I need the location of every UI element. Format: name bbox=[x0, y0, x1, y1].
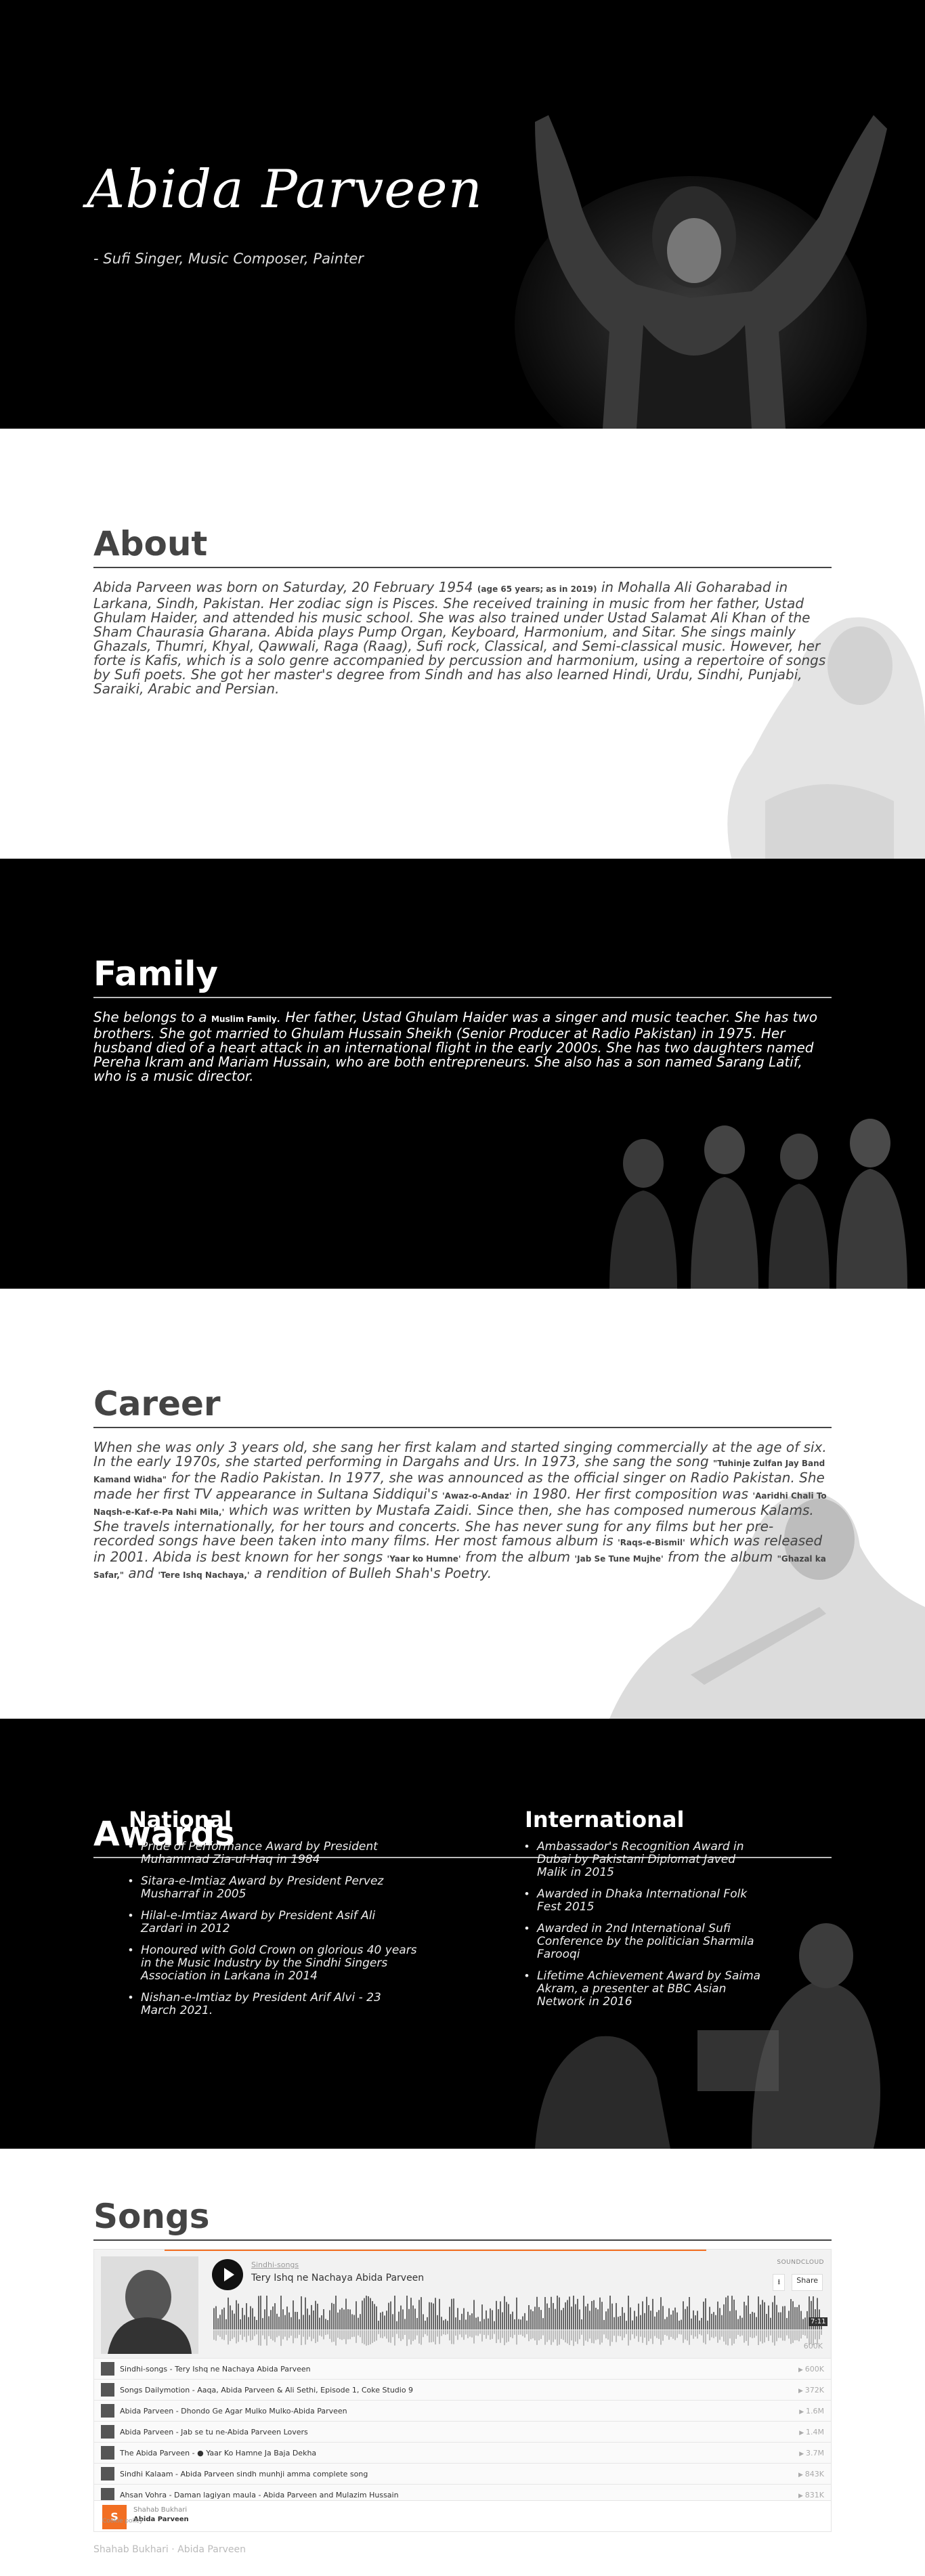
awards-section: Awards National Pride of Performance Awa… bbox=[0, 1719, 925, 2149]
track-thumbnail bbox=[101, 2404, 114, 2418]
track-thumbnail bbox=[101, 2467, 114, 2481]
family-text: She belongs to a Muslim Family. Her fath… bbox=[93, 1009, 818, 1084]
family-divider bbox=[93, 997, 832, 998]
award-item: Sitara-e-Imtiaz Award by President Perve… bbox=[129, 1875, 420, 1901]
download-icon[interactable]: ⭳ bbox=[773, 2274, 786, 2291]
hero-section: Abida Parveen - Sufi Singer, Music Compo… bbox=[0, 0, 925, 429]
international-awards: International Ambassador's Recognition A… bbox=[525, 1807, 762, 2017]
about-text: Abida Parveen was born on Saturday, 20 F… bbox=[93, 579, 826, 697]
hero-singer-photo bbox=[467, 102, 925, 429]
career-title: Career bbox=[93, 1384, 221, 1423]
track-title[interactable]: Tery Ishq ne Nachaya Abida Parveen bbox=[251, 2273, 424, 2283]
award-item: Honoured with Gold Crown on glorious 40 … bbox=[129, 1944, 420, 1983]
waveform[interactable] bbox=[213, 2296, 823, 2348]
award-item: Nishan-e-Imtiaz by President Arif Alvi -… bbox=[129, 1992, 420, 2017]
family-title: Family bbox=[93, 954, 218, 993]
award-item: Pride of Performance Award by President … bbox=[129, 1841, 420, 1866]
track-thumbnail bbox=[101, 2488, 114, 2502]
track-thumbnail bbox=[101, 2446, 114, 2460]
award-item: Lifetime Achievement Award by Saima Akra… bbox=[525, 1970, 762, 2009]
award-item: Hilal-e-Imtiaz Award by President Asif A… bbox=[129, 1910, 420, 1935]
play-count: 600K bbox=[803, 2342, 823, 2350]
track-row[interactable]: Abida Parveen - Dhondo Ge Agar Mulko Mul… bbox=[94, 2400, 831, 2421]
about-title: About bbox=[93, 524, 208, 563]
track-row[interactable]: Sindhi-songs - Tery Ishq ne Nachaya Abid… bbox=[94, 2358, 831, 2379]
career-section: Career When she was only 3 years old, sh… bbox=[0, 1289, 925, 1719]
track-row[interactable]: Songs Dailymotion - Aaqa, Abida Parveen … bbox=[94, 2379, 831, 2400]
award-item: Ambassador's Recognition Award in Dubai … bbox=[525, 1841, 762, 1879]
track-row[interactable]: Sindhi Kalaam - Abida Parveen sindh munh… bbox=[94, 2463, 831, 2484]
profile-name[interactable]: Shahab Bukhari bbox=[133, 2506, 187, 2514]
hero-subtitle: - Sufi Singer, Music Composer, Painter bbox=[93, 251, 364, 267]
national-awards: National Pride of Performance Award by P… bbox=[129, 1807, 420, 2026]
international-awards-list: Ambassador's Recognition Award in Dubai … bbox=[525, 1841, 762, 2009]
family-group-photo bbox=[589, 1082, 925, 1289]
about-divider bbox=[93, 567, 832, 568]
track-thumbnail bbox=[101, 2362, 114, 2376]
career-text: When she was only 3 years old, she sang … bbox=[93, 1439, 827, 1581]
track-row[interactable]: The Abida Parveen - ● Yaar Ko Hamne Ja B… bbox=[94, 2442, 831, 2463]
share-button[interactable]: Share bbox=[792, 2274, 823, 2291]
cookie-policy-link[interactable]: Cookie policy bbox=[102, 2518, 143, 2525]
about-section: About Abida Parveen was born on Saturday… bbox=[0, 429, 925, 859]
track-thumbnail bbox=[101, 2383, 114, 2397]
footer-credit[interactable]: Shahab Bukhari · Abida Parveen bbox=[93, 2544, 246, 2555]
age-note: (age 65 years; as in 2019) bbox=[477, 584, 597, 594]
award-item: Awarded in Dhaka International Folk Fest… bbox=[525, 1888, 762, 1914]
uploader-link[interactable]: Sindhi-songs bbox=[251, 2260, 299, 2269]
play-button[interactable] bbox=[212, 2259, 243, 2290]
hero-name: Abida Parveen bbox=[87, 159, 483, 220]
international-heading: International bbox=[525, 1807, 685, 1832]
songs-section: Songs Sindhi-songs Tery Ishq ne Nachaya … bbox=[0, 2149, 925, 2573]
national-awards-list: Pride of Performance Award by President … bbox=[129, 1841, 420, 2017]
track-list: Sindhi-songs - Tery Ishq ne Nachaya Abid… bbox=[94, 2358, 831, 2505]
career-divider bbox=[93, 1427, 832, 1428]
profile-bar[interactable]: S Shahab Bukhari Abida Parveen bbox=[94, 2500, 831, 2531]
track-artwork bbox=[101, 2256, 198, 2354]
soundcloud-player[interactable]: Sindhi-songs Tery Ishq ne Nachaya Abida … bbox=[93, 2249, 832, 2532]
award-item: Awarded in 2nd International Sufi Confer… bbox=[525, 1923, 762, 1961]
track-duration: 7:11 bbox=[809, 2317, 828, 2326]
track-row[interactable]: Abida Parveen - Jab se tu ne-Abida Parve… bbox=[94, 2421, 831, 2442]
soundcloud-avatar[interactable]: S bbox=[102, 2505, 127, 2529]
songs-title: Songs bbox=[93, 2197, 210, 2236]
national-heading: National bbox=[129, 1807, 232, 1832]
family-section: Family She belongs to a Muslim Family. H… bbox=[0, 859, 925, 1289]
player-actions: ⭳ Share bbox=[773, 2274, 823, 2291]
soundcloud-logo[interactable]: SOUNDCLOUD bbox=[777, 2259, 824, 2266]
track-thumbnail bbox=[101, 2425, 114, 2439]
religion-note: Muslim Family bbox=[211, 1014, 277, 1024]
songs-divider bbox=[93, 2239, 832, 2241]
player-accent-bar bbox=[165, 2250, 706, 2251]
